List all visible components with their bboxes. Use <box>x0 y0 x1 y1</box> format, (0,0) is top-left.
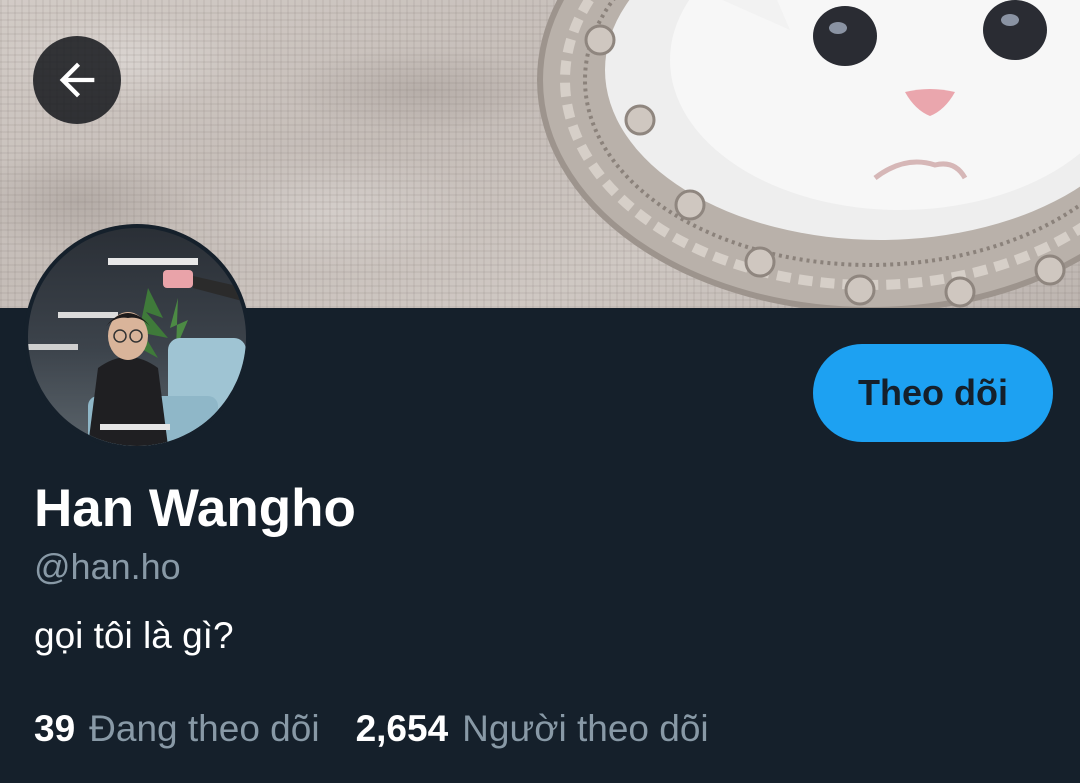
following-stat[interactable]: 39 Đang theo dõi <box>34 708 320 750</box>
followers-stat[interactable]: 2,654 Người theo dõi <box>356 708 709 750</box>
profile-stats: 39 Đang theo dõi 2,654 Người theo dõi <box>34 708 709 750</box>
profile-bio: gọi tôi là gì? <box>34 615 234 656</box>
avatar[interactable] <box>24 224 250 450</box>
display-name: Han Wangho <box>34 479 356 538</box>
followers-count: 2,654 <box>355 708 449 749</box>
arrow-left-icon <box>59 62 95 98</box>
back-button[interactable] <box>33 36 121 124</box>
avatar-photo <box>28 228 246 446</box>
profile-handle: @han.ho <box>34 546 181 587</box>
follow-button[interactable]: Theo dõi <box>813 344 1053 442</box>
followers-label: Người theo dõi <box>462 708 709 749</box>
following-count: 39 <box>34 708 76 749</box>
following-label: Đang theo dõi <box>89 708 320 749</box>
